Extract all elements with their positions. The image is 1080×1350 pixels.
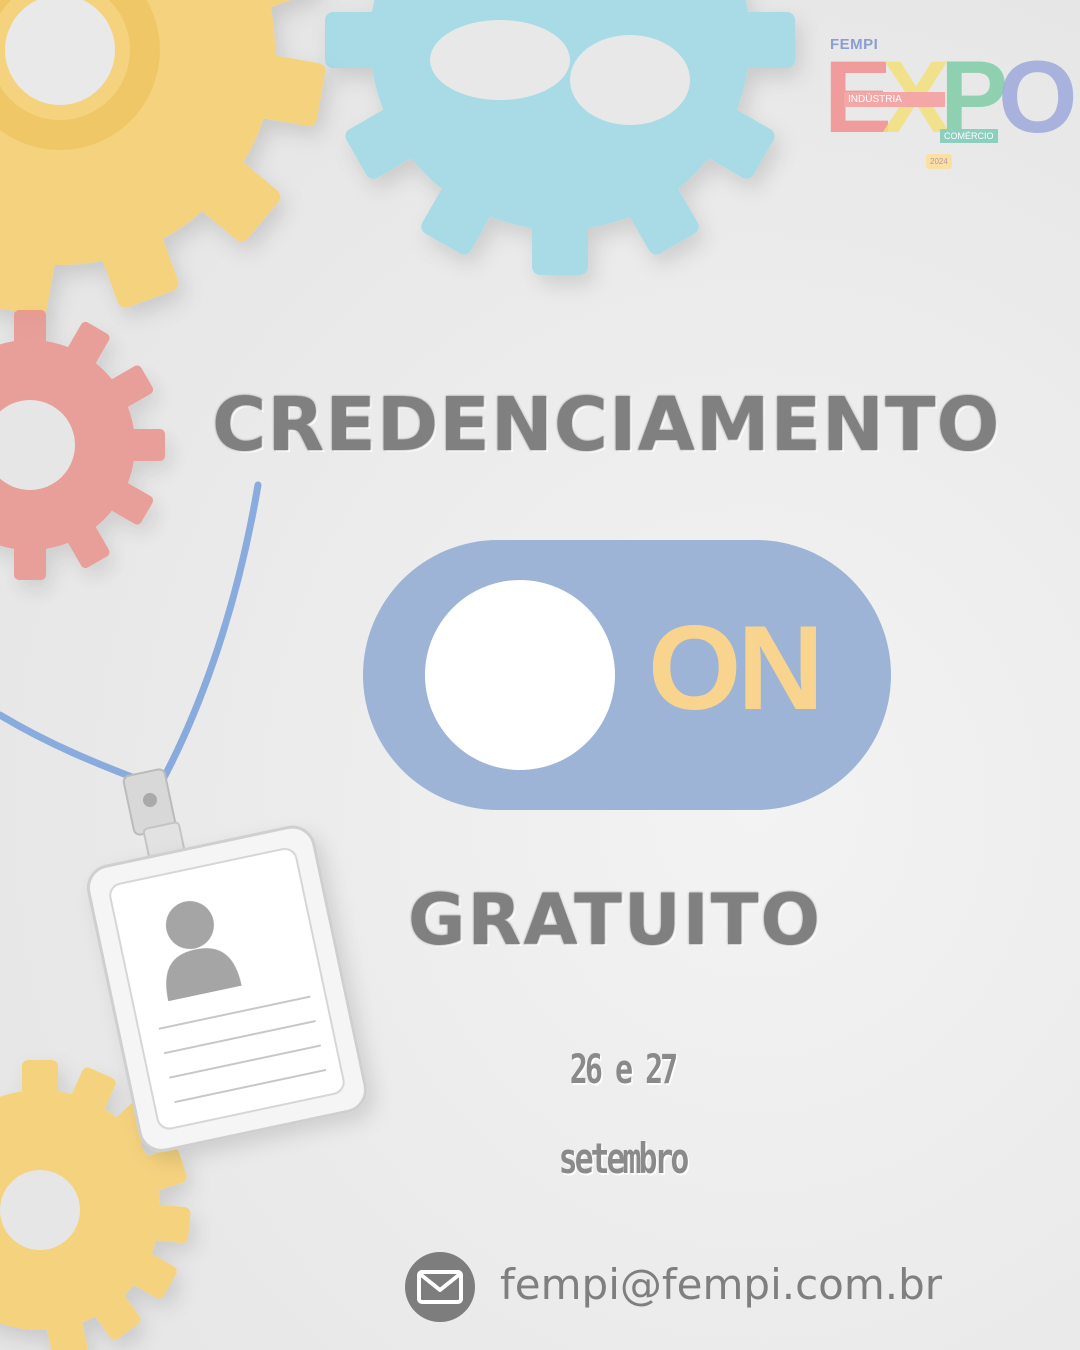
fempi-expo-logo: FEMPI EXPO INDÚSTRIA COMÉRCIO 2024 <box>822 30 1078 180</box>
logo-year: 2024 <box>926 154 952 169</box>
poster: FEMPI EXPO INDÚSTRIA COMÉRCIO 2024 CREDE… <box>0 0 1080 1350</box>
subheadline: GRATUITO <box>408 879 822 961</box>
id-badge-icon <box>86 825 368 1152</box>
event-days: 26 e 27 <box>569 1047 678 1093</box>
toggle-knob <box>425 580 615 770</box>
blue-gear-icon <box>325 0 795 275</box>
contact-email[interactable]: fempi@fempi.com.br <box>500 1264 942 1306</box>
yellow-gear-icon <box>0 0 326 316</box>
logo-industry-label: INDÚSTRIA <box>844 92 945 107</box>
logo-commerce-label: COMÉRCIO <box>940 129 998 143</box>
on-toggle: ON <box>363 540 891 810</box>
logo-letter-o: O <box>998 40 1077 154</box>
event-month: setembro <box>558 1134 690 1183</box>
envelope-icon <box>405 1252 475 1322</box>
headline: CREDENCIAMENTO <box>212 382 1001 468</box>
toggle-label: ON <box>648 601 824 735</box>
